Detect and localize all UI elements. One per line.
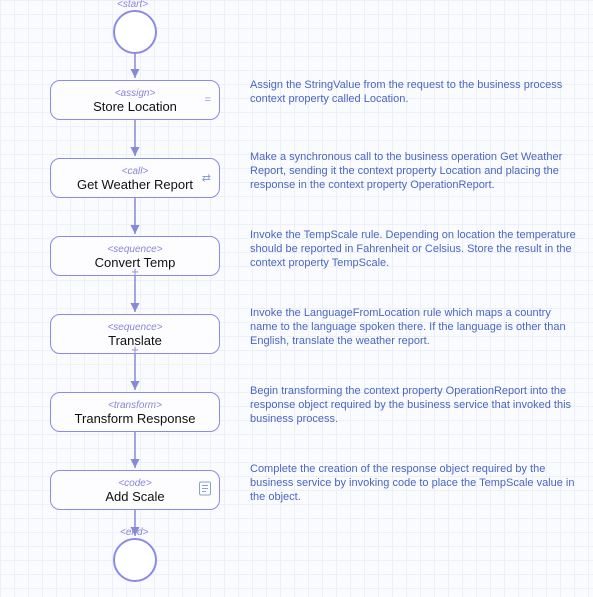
annotation-get-weather-report: Make a synchronous call to the business …	[250, 150, 580, 192]
call-node-get-weather-report[interactable]: <call> Get Weather Report ⇄	[50, 158, 220, 198]
plus-icon: +	[131, 266, 139, 277]
annotation-add-scale: Complete the creation of the response ob…	[250, 462, 580, 504]
assign-node-store-location[interactable]: <assign> Store Location =	[50, 80, 220, 120]
node-label: Store Location	[93, 99, 177, 114]
start-node[interactable]	[113, 10, 157, 54]
bpl-diagram: <start> <assign> Store Location = Assign…	[0, 0, 593, 597]
end-label: <end>	[120, 527, 148, 538]
end-node[interactable]	[113, 538, 157, 582]
node-type: <transform>	[108, 401, 162, 411]
node-type: <assign>	[115, 89, 156, 99]
sequence-node-convert-temp[interactable]: <sequence> Convert Temp +	[50, 236, 220, 276]
annotation-transform-response: Begin transforming the context property …	[250, 384, 580, 426]
transform-node-transform-response[interactable]: <transform> Transform Response	[50, 392, 220, 432]
node-type: <call>	[122, 167, 149, 177]
node-label: Get Weather Report	[77, 177, 193, 192]
code-node-add-scale[interactable]: <code> Add Scale	[50, 470, 220, 510]
call-icon: ⇄	[202, 172, 211, 185]
sequence-node-translate[interactable]: <sequence> Translate +	[50, 314, 220, 354]
start-label: <start>	[117, 0, 148, 10]
node-type: <sequence>	[107, 245, 162, 255]
plus-icon: +	[131, 344, 139, 355]
code-icon	[199, 482, 211, 499]
node-label: Add Scale	[105, 489, 164, 504]
annotation-convert-temp: Invoke the TempScale rule. Depending on …	[250, 228, 580, 270]
node-type: <code>	[118, 479, 151, 489]
assign-icon: =	[205, 94, 211, 106]
annotation-store-location: Assign the StringValue from the request …	[250, 78, 580, 106]
annotation-translate: Invoke the LanguageFromLocation rule whi…	[250, 306, 580, 348]
node-type: <sequence>	[107, 323, 162, 333]
node-label: Transform Response	[75, 411, 196, 426]
